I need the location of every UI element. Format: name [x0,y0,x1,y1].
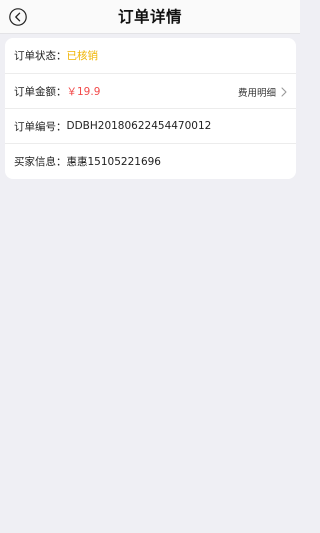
order-amount-row: 订单金额： ￥19.9 费用明细 [5,73,296,108]
order-number-row: 订单编号： DDBH20180622454470012 [5,108,296,143]
order-amount-label: 订单金额： [14,85,67,98]
order-status-value: 已核销 [66,50,99,62]
order-status-label: 订单状态： [14,50,67,62]
order-number-value: DDBH20180622454470012 [66,120,212,132]
order-status-row: 订单状态： 已核销 [5,38,296,73]
buyer-info-value: 惠惠15105221696 [66,155,162,168]
fee-detail-label: 费用明细 [237,87,276,99]
buyer-info-label: 买家信息： [14,155,67,168]
chevron-right-icon [281,86,287,97]
order-amount-value: ￥19.9 [66,85,101,98]
order-info-card: 订单状态： 已核销 订单金额： ￥19.9 费用明细 订单编号： DDBH201… [5,38,296,179]
buyer-info-row: 买家信息： 惠惠15105221696 [5,143,296,178]
nav-header: 订单详情 [0,0,300,34]
fee-detail-link[interactable]: 费用明细 [238,74,287,109]
order-number-label: 订单编号： [14,120,67,133]
order-detail-page: 订单详情 订单状态： 已核销 订单金额： ￥19.9 费用明细 订单编号： DD… [0,0,300,533]
page-title: 订单详情 [117,8,182,26]
